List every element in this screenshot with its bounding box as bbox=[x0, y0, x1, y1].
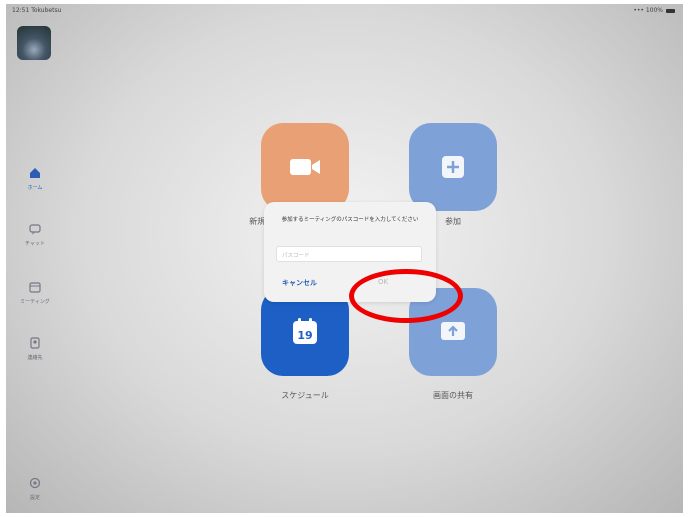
plus-icon bbox=[442, 156, 464, 178]
sidebar-item-label: 連絡先 bbox=[27, 355, 43, 361]
sidebar-item-label: ホーム bbox=[27, 185, 43, 191]
video-camera-icon bbox=[290, 159, 320, 175]
calendar-date: 19 bbox=[297, 329, 312, 342]
sidebar: ホーム チャット ミーティング 連絡先 設定 bbox=[6, 18, 64, 513]
sidebar-item-chat[interactable]: チャット bbox=[10, 222, 60, 247]
ok-button[interactable]: OK bbox=[378, 278, 388, 286]
join-button[interactable] bbox=[409, 123, 497, 211]
home-icon bbox=[30, 168, 40, 178]
calendar-icon: 19 bbox=[293, 318, 317, 344]
sidebar-item-settings[interactable]: 設定 bbox=[10, 476, 60, 501]
sidebar-item-contacts[interactable]: 連絡先 bbox=[10, 336, 60, 361]
schedule-label: スケジュール bbox=[281, 391, 329, 400]
meetings-icon bbox=[29, 282, 41, 293]
status-bar: 12:51 Tokubetsu ••• 100% bbox=[6, 4, 683, 18]
app-screen: 12:51 Tokubetsu ••• 100% ホーム チャット ミーティング bbox=[6, 4, 683, 513]
share-screen-icon bbox=[441, 322, 465, 340]
status-time: 12:51 Tokubetsu bbox=[12, 7, 62, 14]
new-meeting-button[interactable] bbox=[261, 123, 349, 211]
sidebar-item-home[interactable]: ホーム bbox=[10, 166, 60, 191]
gear-icon bbox=[29, 477, 41, 489]
cancel-button[interactable]: キャンセル bbox=[282, 278, 317, 288]
passcode-input[interactable]: パスコード bbox=[276, 246, 422, 262]
battery-icon bbox=[666, 8, 675, 13]
share-screen-label: 画面の共有 bbox=[433, 391, 473, 400]
chat-icon bbox=[29, 224, 41, 235]
avatar[interactable] bbox=[17, 26, 51, 60]
contacts-icon bbox=[30, 337, 40, 349]
sidebar-item-label: チャット bbox=[25, 241, 45, 247]
dialog-message: 参加するミーティングのパスコードを入力してください bbox=[281, 217, 419, 223]
sidebar-item-meetings[interactable]: ミーティング bbox=[10, 280, 60, 305]
sidebar-item-label: ミーティング bbox=[20, 299, 50, 305]
passcode-dialog: 参加するミーティングのパスコードを入力してください パスコード キャンセル OK bbox=[264, 202, 436, 302]
status-indicators: ••• 100% bbox=[633, 7, 675, 14]
sidebar-item-label: 設定 bbox=[29, 495, 40, 501]
